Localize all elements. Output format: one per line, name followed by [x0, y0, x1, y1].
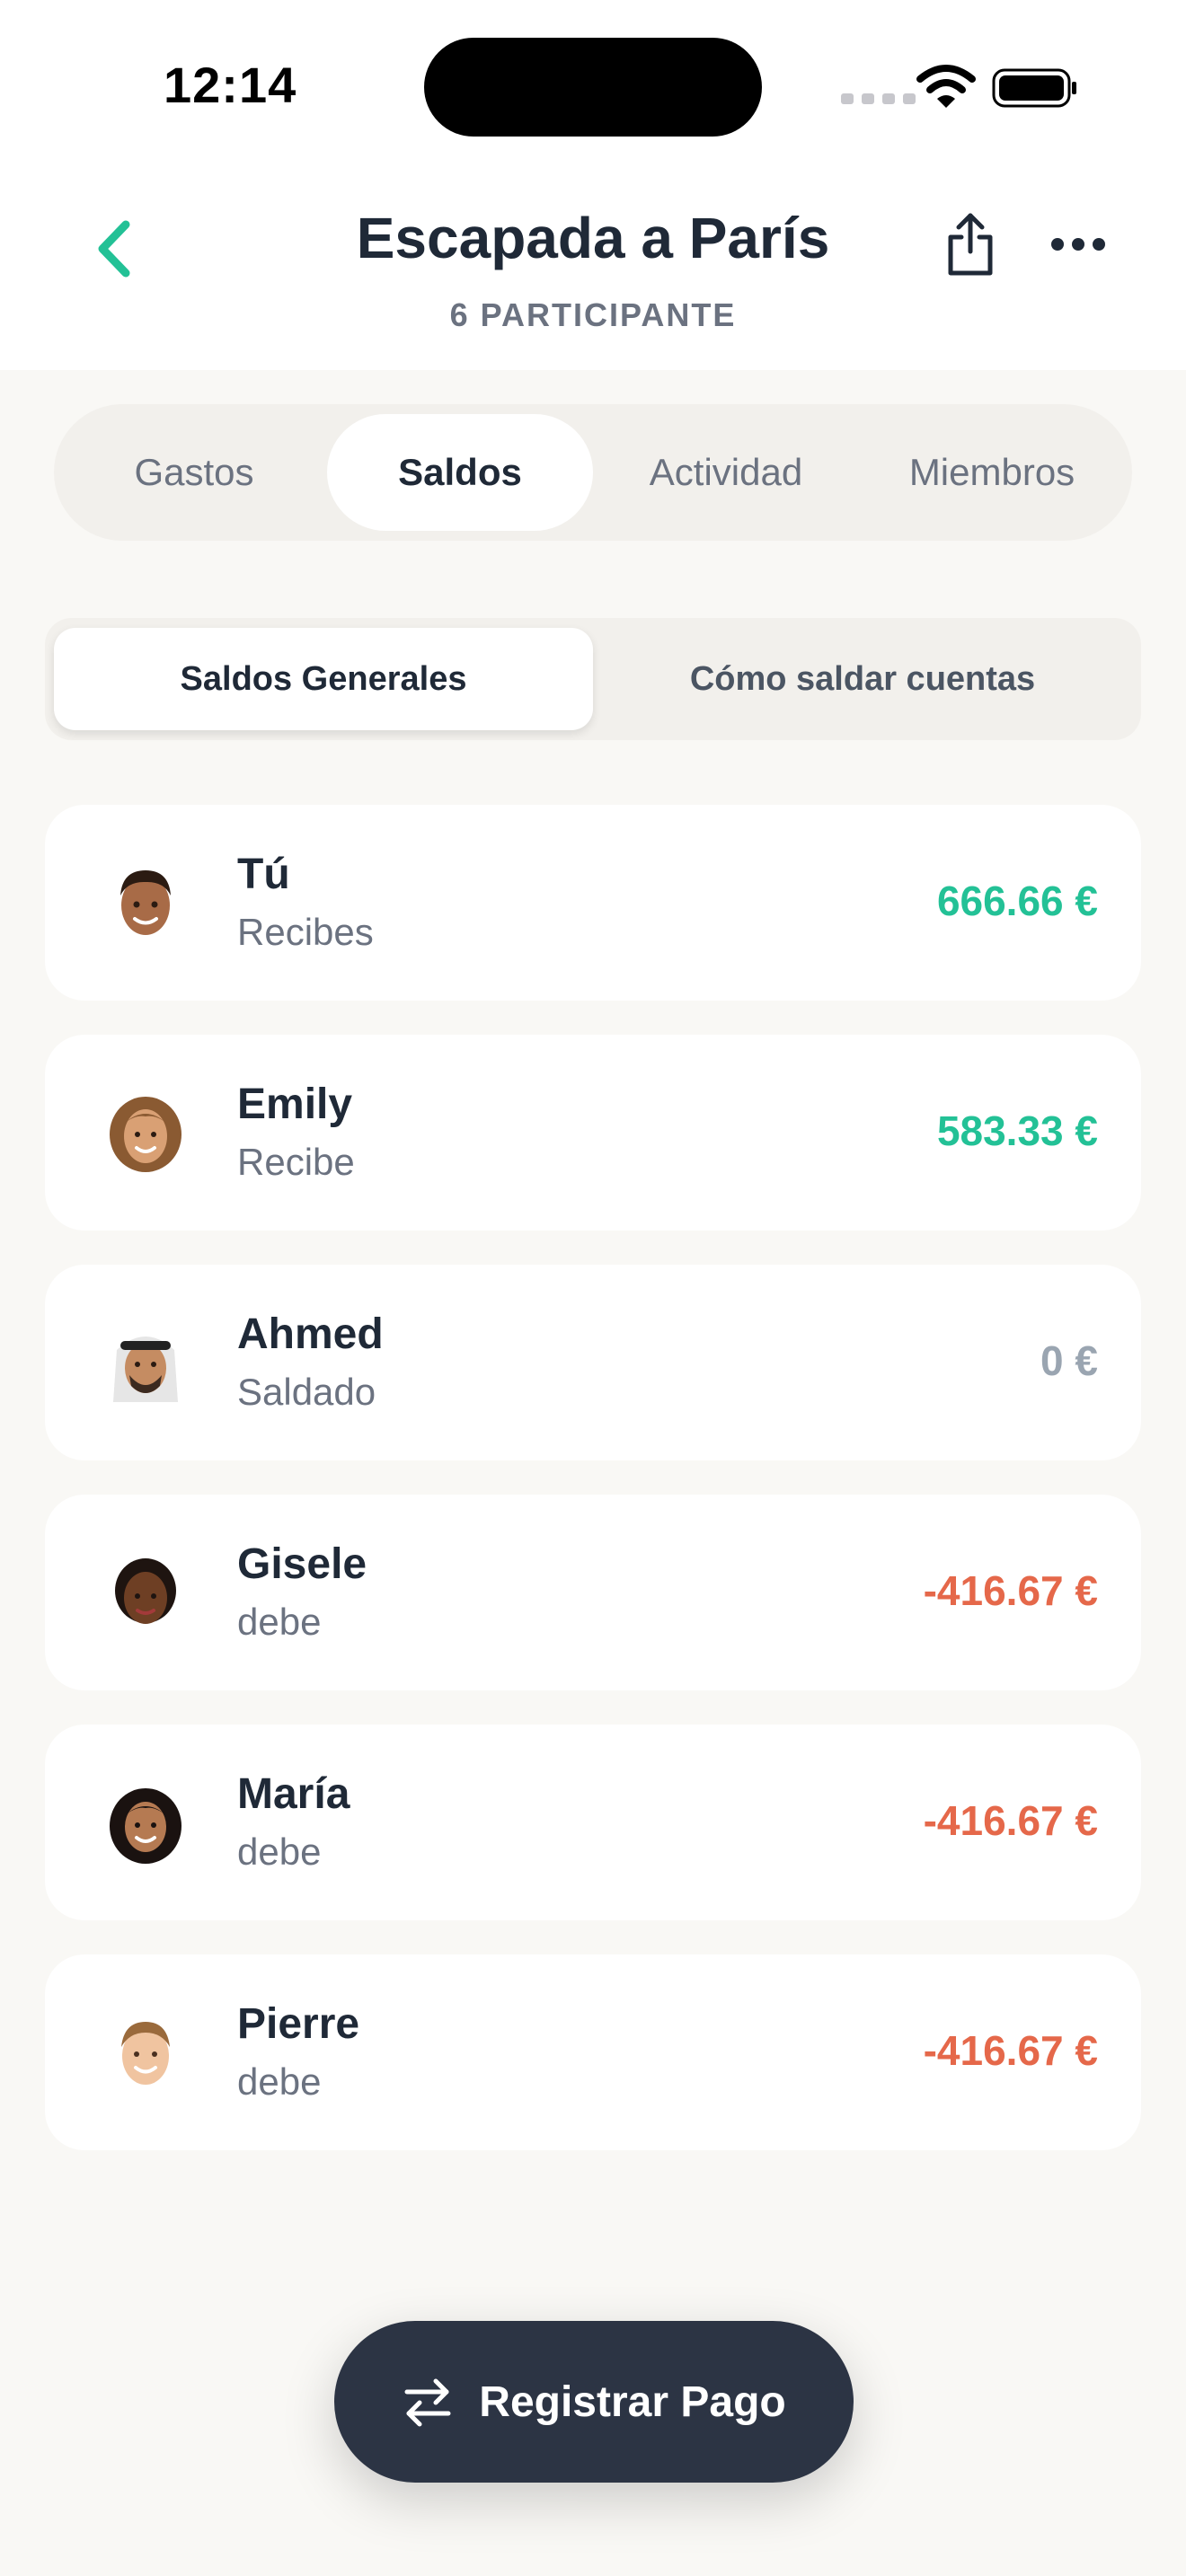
balance-card-tu[interactable]: Tú Recibes 666.66 €	[45, 805, 1141, 1001]
register-payment-label: Registrar Pago	[479, 2378, 786, 2426]
balance-card-ahmed[interactable]: Ahmed Saldado 0 €	[45, 1265, 1141, 1460]
status-bar: 12:14	[0, 0, 1186, 171]
register-payment-button[interactable]: Registrar Pago	[334, 2321, 854, 2483]
share-icon[interactable]	[943, 210, 997, 278]
dynamic-island	[424, 38, 762, 137]
balance-amount: -416.67 €	[923, 2027, 1098, 2074]
avatar	[121, 2022, 170, 2085]
balance-amount: 0 €	[1040, 1337, 1098, 1384]
balance-amount: -416.67 €	[923, 1567, 1098, 1614]
app-header: Escapada a París 6 PARTICIPANTE	[0, 171, 1186, 370]
avatar	[110, 1788, 181, 1864]
member-name: Pierre	[237, 2000, 360, 2048]
tab-miembros[interactable]: Miembros	[859, 414, 1125, 531]
member-status: debe	[237, 2060, 322, 2103]
tab-saldos[interactable]: Saldos	[327, 414, 593, 531]
wifi-icon	[916, 65, 976, 108]
member-name: Emily	[237, 1081, 353, 1128]
member-status: debe	[237, 1601, 322, 1643]
page-title: Escapada a París	[356, 206, 830, 270]
status-time: 12:14	[164, 57, 297, 113]
balance-view-segmented-control: Saldos Generales Cómo saldar cuentas	[45, 618, 1141, 740]
member-name: Ahmed	[237, 1310, 384, 1358]
cellular-signal-icon	[841, 93, 916, 104]
screen: 12:14 Escapada a París 6 PARTICIPANTE Ga…	[0, 0, 1186, 2576]
member-status: Recibe	[237, 1141, 355, 1183]
balance-amount: 583.33 €	[936, 1107, 1098, 1154]
tab-actividad[interactable]: Actividad	[593, 414, 859, 531]
more-options-icon[interactable]	[1049, 234, 1107, 255]
member-status: debe	[237, 1831, 322, 1873]
avatar	[115, 1558, 176, 1624]
balance-amount: -416.67 €	[923, 1797, 1098, 1844]
swap-arrows-icon	[404, 2378, 451, 2427]
avatar	[110, 1097, 181, 1172]
battery-icon	[992, 68, 1076, 108]
member-status: Recibes	[237, 911, 374, 953]
member-name: Gisele	[237, 1540, 367, 1588]
balance-amount: 666.66 €	[936, 878, 1098, 924]
balance-card-gisele[interactable]: Gisele debe -416.67 €	[45, 1495, 1141, 1690]
segment-settle-up[interactable]: Cómo saldar cuentas	[593, 628, 1132, 730]
member-status: Saldado	[237, 1371, 376, 1413]
member-name: María	[237, 1770, 350, 1818]
segment-general-balances[interactable]: Saldos Generales	[54, 628, 593, 730]
balance-card-maria[interactable]: María debe -416.67 €	[45, 1725, 1141, 1920]
balance-card-pierre[interactable]: Pierre debe -416.67 €	[45, 1954, 1141, 2150]
section-tabs: Gastos Saldos Actividad Miembros	[54, 404, 1132, 541]
tab-gastos[interactable]: Gastos	[61, 414, 327, 531]
avatar	[120, 870, 171, 935]
participant-count: 6 PARTICIPANTE	[449, 296, 737, 333]
member-name: Tú	[237, 851, 290, 898]
avatar	[113, 1337, 178, 1402]
balance-card-emily[interactable]: Emily Recibe 583.33 €	[45, 1035, 1141, 1231]
